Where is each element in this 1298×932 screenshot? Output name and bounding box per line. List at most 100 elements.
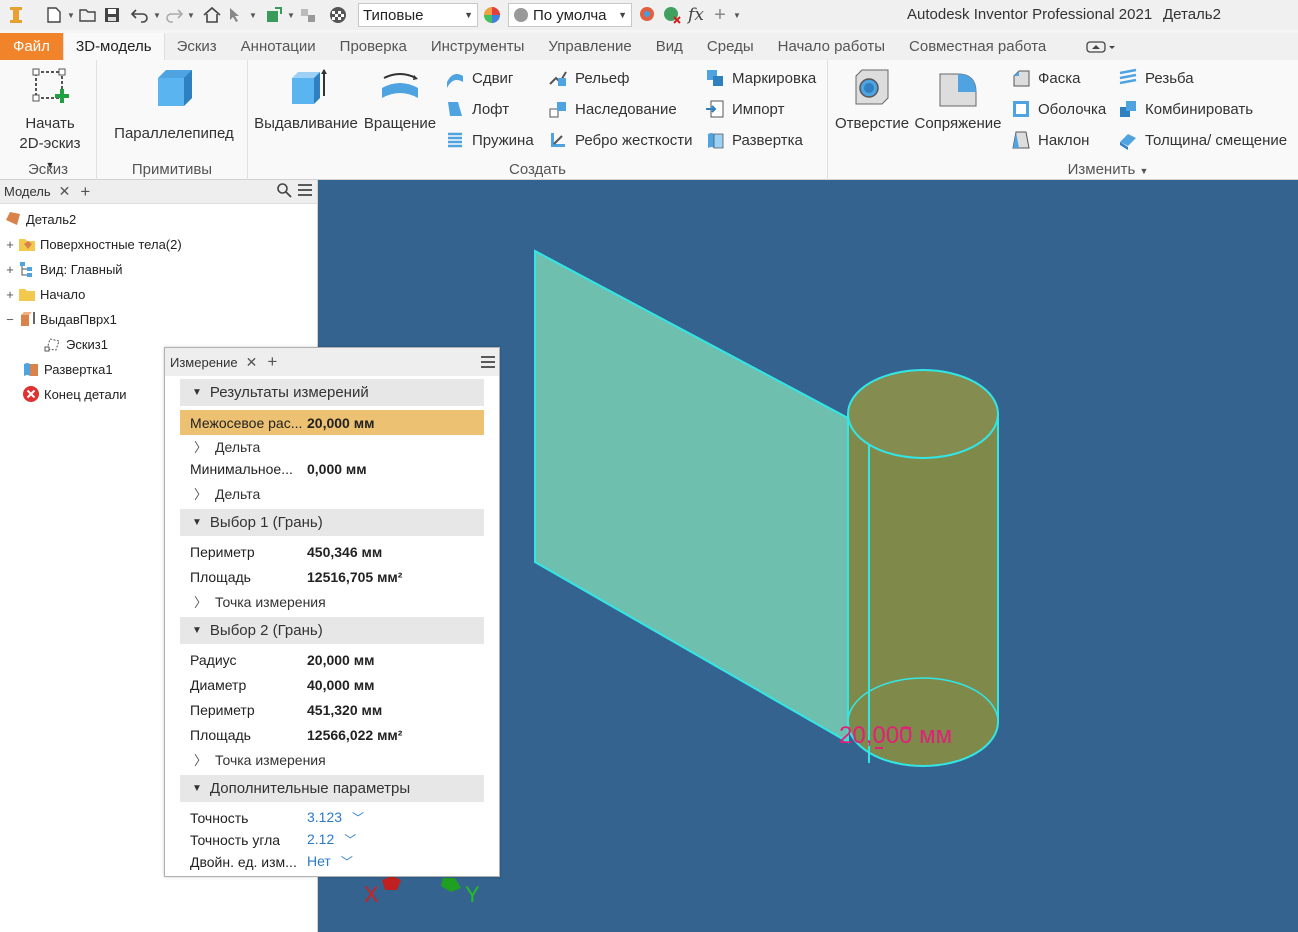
ribbon-toggle-icon [1086,41,1116,53]
redo-dropdown-icon[interactable]: ▼ [186,11,196,20]
new-file-dropdown-icon[interactable]: ▼ [66,11,76,20]
material-combo[interactable]: По умолча ▼ [508,3,632,27]
tree-item-surface-bodies[interactable]: + Поверхностные тела(2) [4,233,181,255]
search-icon[interactable] [276,182,292,201]
tab-3d-model[interactable]: 3D-модель [62,33,165,60]
modify-group-label[interactable]: Изменить ▼ [1008,161,1208,178]
tab-environments[interactable]: Среды [695,33,766,60]
draft-button[interactable]: Наклон [1011,130,1089,150]
extrude-button[interactable]: Выдавливание [254,66,358,134]
undo-dropdown-icon[interactable]: ▼ [152,11,162,20]
start-2d-sketch-button[interactable]: Начать 2D-эскиз ▼ [14,66,86,175]
expand-icon[interactable]: + [4,237,16,252]
redo-icon[interactable] [162,3,186,27]
tab-manage[interactable]: Управление [536,33,643,60]
tab-sketch[interactable]: Эскиз [165,33,229,60]
draft-icon [1012,131,1030,149]
tree-item-sketch[interactable]: Эскиз1 [44,333,108,355]
tab-model[interactable]: Модель [4,184,51,199]
select-icon[interactable] [224,3,248,27]
mark-button[interactable]: Маркировка [705,68,816,88]
menu-icon[interactable] [297,183,313,200]
precision-dropdown[interactable]: 3.123 ﹀ [307,809,364,826]
dual-units-row[interactable]: Двойн. ед. изм... Нет ﹀ [180,849,484,874]
unwrap-button[interactable]: Развертка [705,130,803,150]
close-tab-icon[interactable]: ✕ [59,183,71,200]
tree-item-part[interactable]: Деталь2 [4,208,76,230]
sweep-button[interactable]: Сдвиг [445,68,513,88]
cylinder-top-face[interactable] [847,369,999,459]
add-icon[interactable]: + [708,3,732,27]
add-measure-tab-icon[interactable]: + [267,352,277,372]
parameters-fx-icon[interactable]: fx [684,3,708,27]
thread-button[interactable]: Резьба [1118,68,1194,88]
measure-menu-icon[interactable] [480,355,496,372]
loft-icon [448,102,462,116]
fillet-button[interactable]: Сопряжение [912,66,1004,134]
box-button[interactable]: Параллелепипед [109,66,239,144]
expand-icon[interactable]: + [4,262,16,277]
revolve-button[interactable]: Вращение [362,66,438,134]
appearance-combo[interactable]: Типовые ▼ [358,3,478,27]
new-file-icon[interactable] [42,3,66,27]
loft-button[interactable]: Лофт [445,99,509,119]
ribbon-display-toggle[interactable] [1058,33,1128,60]
tree-item-end-of-part[interactable]: Конец детали [22,383,127,405]
tree-item-extrude-surface[interactable]: − ВыдавПврх1 [4,308,117,330]
tab-get-started[interactable]: Начало работы [766,33,897,60]
dual-units-dropdown[interactable]: Нет ﹀ [307,853,353,870]
cylinder-surface[interactable] [847,413,999,767]
inventor-logo-icon[interactable] [4,3,28,27]
delta-expander-2[interactable]: 〉 Дельта [180,481,484,506]
update-icon[interactable] [262,3,286,27]
thicken-button[interactable]: Толщина/ смещение [1118,130,1287,150]
tab-view[interactable]: Вид [644,33,695,60]
tree-item-view[interactable]: + Вид: Главный [4,258,123,280]
tree-item-origin[interactable]: + Начало [4,283,85,305]
center-distance-row[interactable]: Межосевое рас... 20,000 мм [180,410,484,435]
derive-icon [549,102,566,118]
hole-button[interactable]: Отверстие [834,66,910,134]
appearance-sphere-icon[interactable] [326,3,350,27]
selection1-section-header[interactable]: ▼ Выбор 1 (Грань) [180,509,484,536]
collapse-icon[interactable]: − [4,312,16,327]
import-button[interactable]: Импорт [705,99,784,119]
sel1-measure-point-expander[interactable]: 〉 Точка измерения [180,589,484,614]
min-distance-row[interactable]: Минимальное... 0,000 мм [180,456,484,481]
tab-tools[interactable]: Инструменты [419,33,537,60]
modify-dropdown-icon: ▼ [1139,166,1149,176]
home-icon[interactable] [200,3,224,27]
ilogic-icon[interactable] [296,3,320,27]
rib-button[interactable]: Ребро жесткости [548,130,693,150]
tab-annotations[interactable]: Аннотации [229,33,328,60]
customize-qat-icon[interactable]: ▼ [732,11,742,20]
coil-button[interactable]: Пружина [445,130,534,150]
clear-appearance-icon[interactable] [660,3,684,27]
results-section-header[interactable]: ▼ Результаты измерений [180,379,484,406]
save-icon[interactable] [100,3,124,27]
close-measure-icon[interactable]: ✕ [246,354,258,371]
angle-precision-dropdown[interactable]: 2.12 ﹀ [307,831,356,848]
select-dropdown-icon[interactable]: ▼ [248,11,258,20]
expand-icon[interactable]: + [4,287,16,302]
update-dropdown-icon[interactable]: ▼ [286,11,296,20]
combine-button[interactable]: Комбинировать [1118,99,1253,119]
adjust-appearance-icon[interactable] [636,3,660,27]
chamfer-button[interactable]: Фаска [1011,68,1080,88]
undo-icon[interactable] [128,3,152,27]
tab-collaborate[interactable]: Совместная работа [897,33,1058,60]
shell-button[interactable]: Оболочка [1011,99,1106,119]
tab-inspect[interactable]: Проверка [328,33,419,60]
sel2-measure-point-expander[interactable]: 〉 Точка измерения [180,747,484,772]
open-file-icon[interactable] [76,3,100,27]
tab-measure[interactable]: Измерение [170,355,238,370]
selection2-section-header[interactable]: ▼ Выбор 2 (Грань) [180,617,484,644]
add-tab-icon[interactable]: + [80,182,90,202]
surface-plane[interactable] [534,249,849,744]
tree-item-unwrap[interactable]: Развертка1 [22,358,113,380]
derive-button[interactable]: Наследование [548,99,677,119]
tab-file[interactable]: Файл [0,33,63,60]
emboss-button[interactable]: Рельеф [548,68,629,88]
color-wheel-icon[interactable] [480,3,504,27]
extra-params-section-header[interactable]: ▼ Дополнительные параметры [180,775,484,802]
